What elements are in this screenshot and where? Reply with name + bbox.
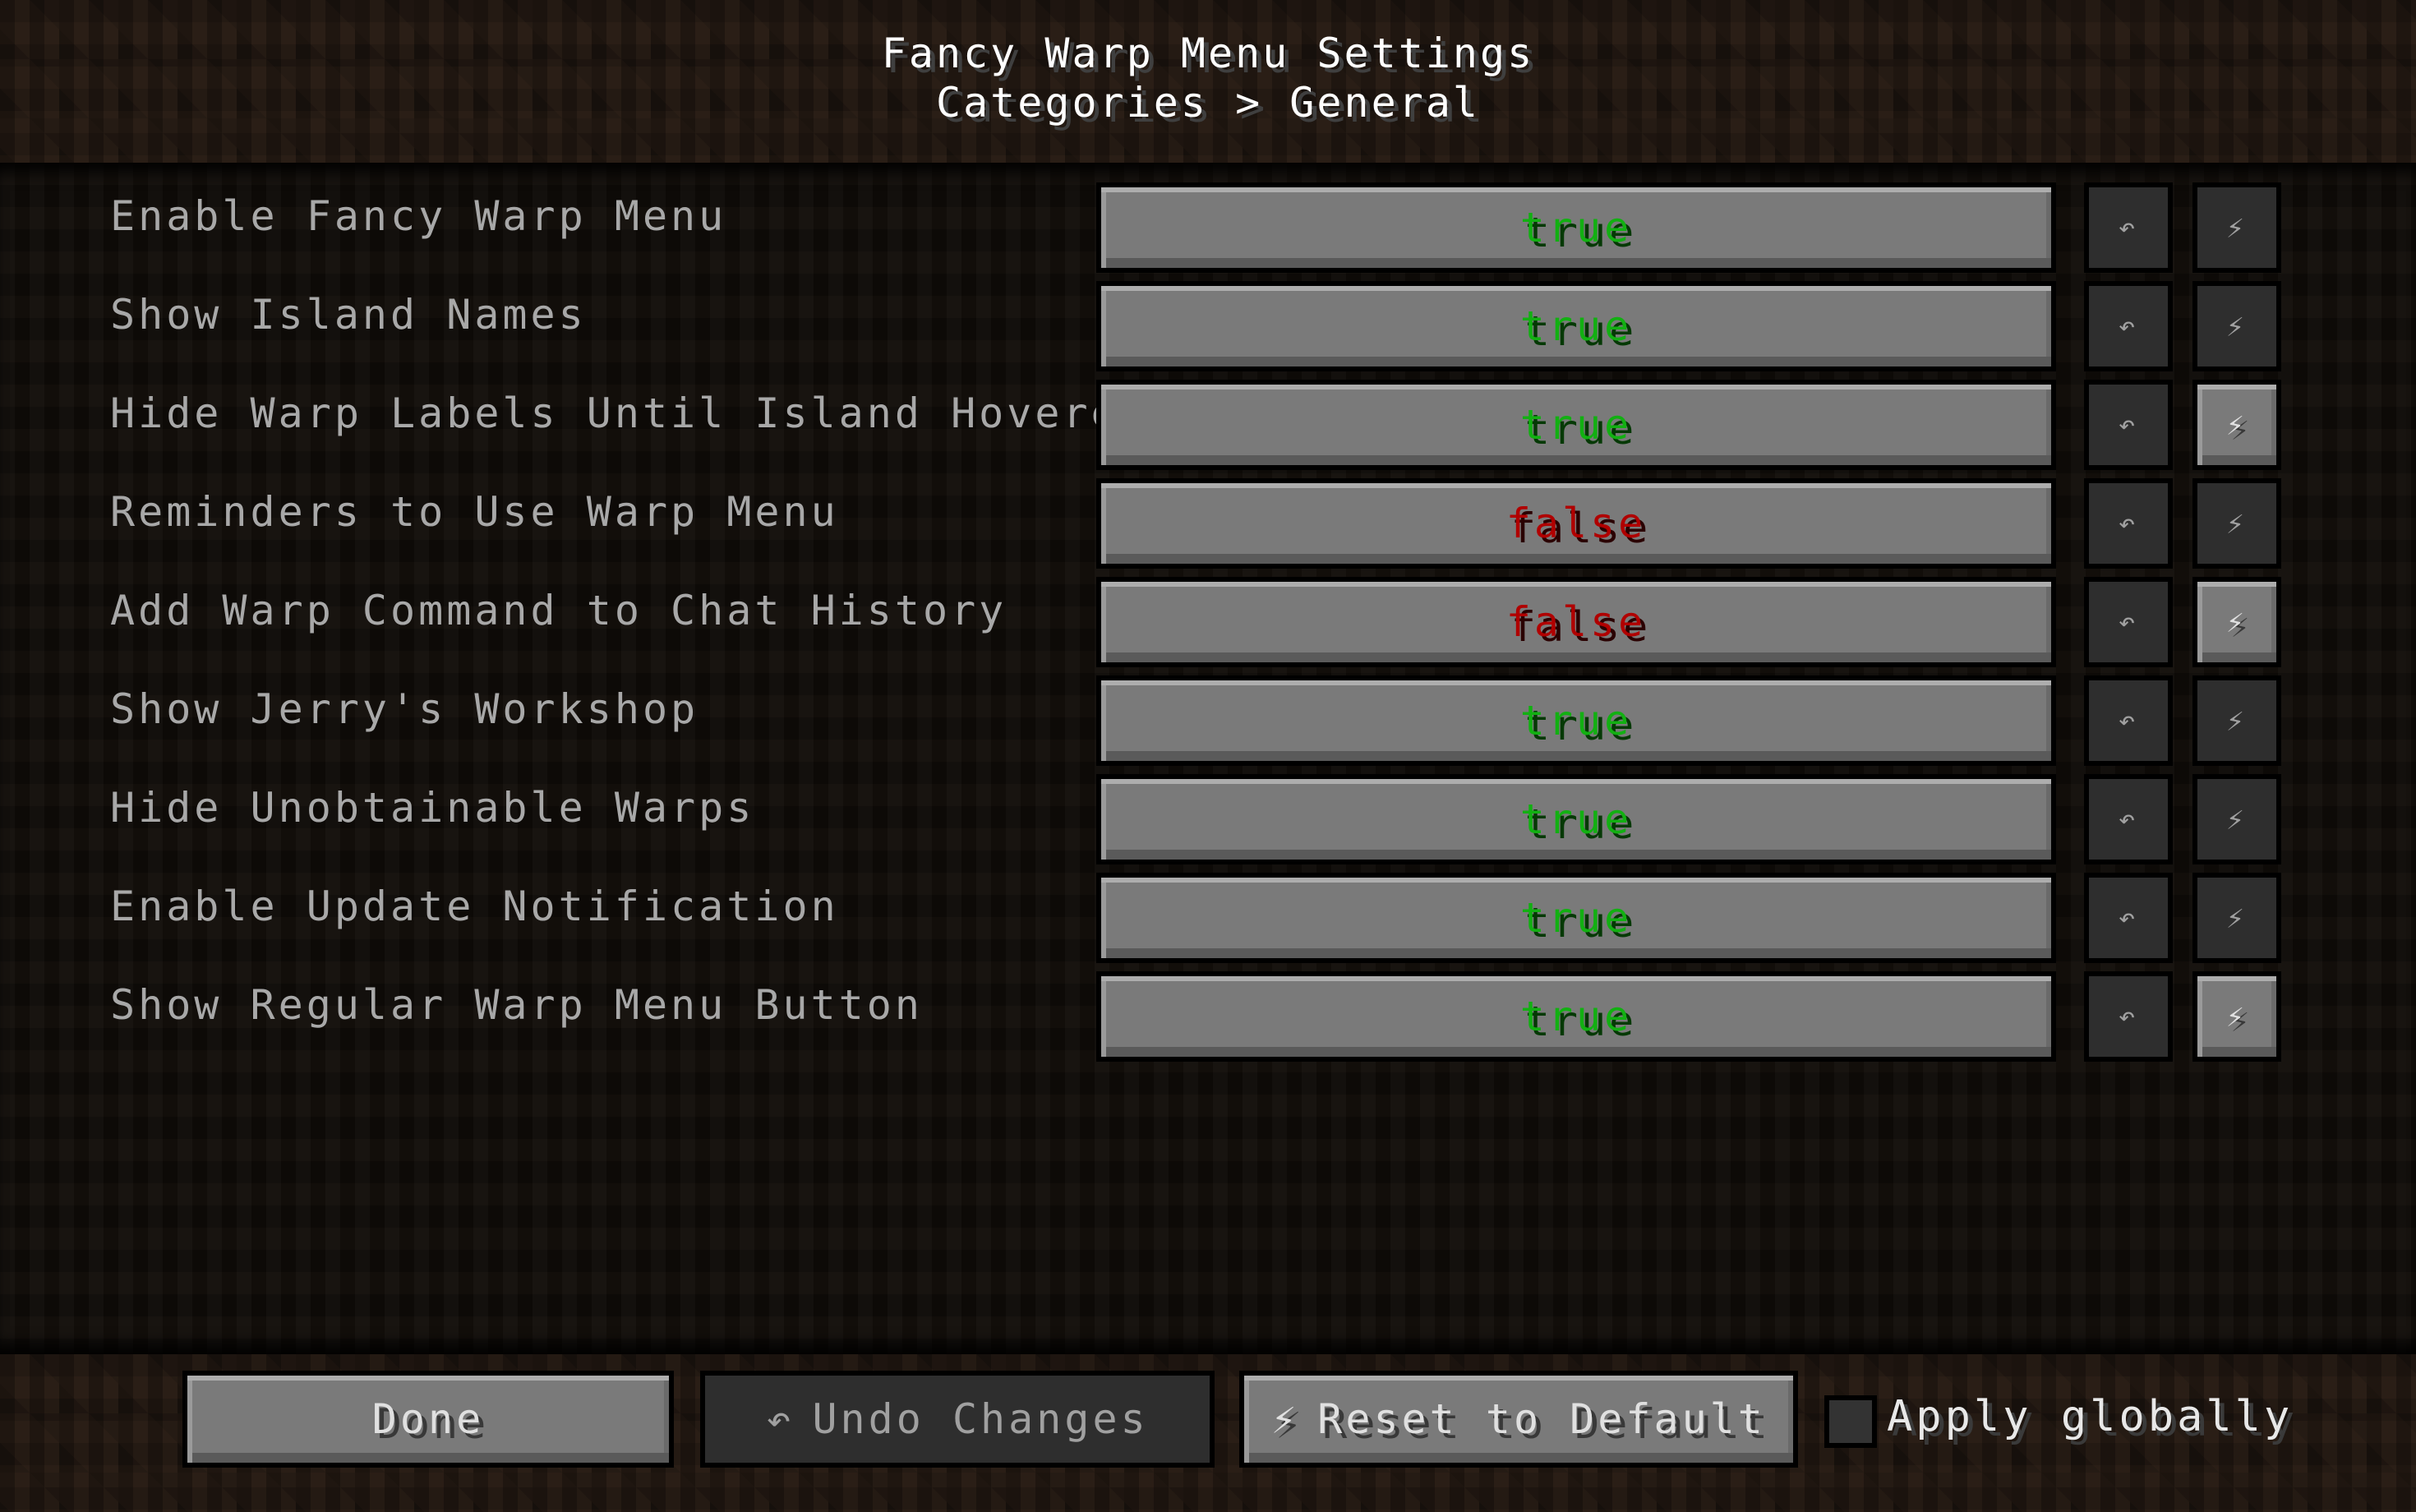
footer-bar: Done ↶ Undo Changes ⚡ Reset to Default A…	[0, 1354, 2416, 1512]
setting-row: Reminders to Use Warp Menu false ↶ ⚡	[0, 478, 2416, 569]
setting-value: true	[1519, 302, 1633, 350]
setting-reset-button[interactable]: ⚡	[2192, 971, 2281, 1062]
setting-label: Enable Fancy Warp Menu	[110, 192, 727, 240]
setting-toggle-button[interactable]: false	[1096, 577, 2056, 667]
undo-icon: ↶	[766, 1395, 795, 1443]
setting-undo-button[interactable]: ↶	[2084, 182, 2173, 273]
setting-value: true	[1519, 697, 1633, 744]
screen-header: Fancy Warp Menu Settings Categories > Ge…	[0, 0, 2416, 163]
setting-undo-button[interactable]: ↶	[2084, 281, 2173, 371]
setting-undo-button[interactable]: ↶	[2084, 774, 2173, 864]
reset-icon: ⚡	[2226, 408, 2248, 442]
setting-toggle-button[interactable]: false	[1096, 478, 2056, 569]
setting-value: true	[1519, 204, 1633, 251]
undo-icon: ↶	[2118, 901, 2139, 934]
setting-reset-button[interactable]: ⚡	[2192, 577, 2281, 667]
setting-toggle-button[interactable]: true	[1096, 971, 2056, 1062]
apply-globally-label[interactable]: Apply globally	[1887, 1392, 2293, 1441]
setting-undo-button[interactable]: ↶	[2084, 873, 2173, 963]
setting-row: Add Warp Command to Chat History false ↶ ⚡	[0, 577, 2416, 667]
setting-undo-button[interactable]: ↶	[2084, 971, 2173, 1062]
setting-undo-button[interactable]: ↶	[2084, 380, 2173, 470]
setting-reset-button[interactable]: ⚡	[2192, 675, 2281, 766]
setting-label: Show Regular Warp Menu Button	[110, 981, 923, 1029]
setting-toggle-button[interactable]: true	[1096, 873, 2056, 963]
settings-list[interactable]: Enable Fancy Warp Menu true ↶ ⚡ Show Island …	[0, 163, 2416, 1354]
reset-icon: ⚡	[2226, 506, 2248, 541]
setting-value: true	[1519, 795, 1633, 843]
setting-label: Add Warp Command to Chat History	[110, 587, 1007, 634]
undo-icon: ↶	[2118, 507, 2139, 540]
setting-reset-button[interactable]: ⚡	[2192, 380, 2281, 470]
breadcrumb: Categories > General	[935, 79, 1481, 127]
done-label: Done	[371, 1395, 485, 1443]
setting-row: Show Island Names true ↶ ⚡	[0, 281, 2416, 371]
reset-icon: ⚡	[2226, 210, 2248, 245]
setting-value: true	[1519, 401, 1633, 449]
apply-globally-checkbox[interactable]	[1824, 1395, 1877, 1448]
setting-label: Hide Unobtainable Warps	[110, 784, 755, 832]
setting-label: Hide Warp Labels Until Island Hovered	[110, 390, 1147, 437]
reset-icon: ⚡	[2226, 605, 2248, 639]
setting-label: Enable Update Notification	[110, 883, 839, 930]
setting-toggle-button[interactable]: true	[1096, 774, 2056, 864]
undo-icon: ↶	[2118, 408, 2139, 441]
setting-undo-button[interactable]: ↶	[2084, 675, 2173, 766]
setting-row: Show Regular Warp Menu Button true ↶ ⚡	[0, 971, 2416, 1062]
reset-icon: ⚡	[2226, 901, 2248, 935]
page-title: Fancy Warp Menu Settings	[881, 30, 1535, 77]
reset-icon: ⚡	[2226, 802, 2248, 837]
undo-icon: ↶	[2118, 211, 2139, 244]
setting-value: true	[1519, 993, 1633, 1040]
undo-icon: ↶	[2118, 1000, 2139, 1033]
setting-row: Hide Unobtainable Warps true ↶ ⚡	[0, 774, 2416, 864]
setting-reset-button[interactable]: ⚡	[2192, 873, 2281, 963]
setting-toggle-button[interactable]: true	[1096, 182, 2056, 273]
undo-changes-button[interactable]: ↶ Undo Changes	[700, 1371, 1215, 1468]
reset-icon: ⚡	[2226, 999, 2248, 1034]
undo-icon: ↶	[2118, 704, 2139, 737]
setting-reset-button[interactable]: ⚡	[2192, 281, 2281, 371]
undo-changes-label: Undo Changes	[812, 1395, 1149, 1443]
reset-icon: ⚡	[2226, 309, 2248, 343]
undo-icon: ↶	[2118, 803, 2139, 836]
undo-icon: ↶	[2118, 606, 2139, 638]
setting-undo-button[interactable]: ↶	[2084, 577, 2173, 667]
reset-to-default-label: Reset to Default	[1317, 1395, 1766, 1443]
setting-value: false	[1505, 500, 1647, 547]
setting-row: Show Jerry's Workshop true ↶ ⚡	[0, 675, 2416, 766]
setting-reset-button[interactable]: ⚡	[2192, 478, 2281, 569]
done-button[interactable]: Done	[182, 1371, 674, 1468]
setting-value: true	[1519, 894, 1633, 942]
setting-toggle-button[interactable]: true	[1096, 281, 2056, 371]
setting-row: Hide Warp Labels Until Island Hovered tru…	[0, 380, 2416, 470]
reset-icon: ⚡	[1271, 1395, 1300, 1443]
reset-icon: ⚡	[2226, 703, 2248, 738]
setting-reset-button[interactable]: ⚡	[2192, 774, 2281, 864]
setting-row: Enable Update Notification true ↶ ⚡	[0, 873, 2416, 963]
setting-reset-button[interactable]: ⚡	[2192, 182, 2281, 273]
setting-label: Show Island Names	[110, 291, 587, 339]
setting-value: false	[1505, 598, 1647, 646]
setting-toggle-button[interactable]: true	[1096, 380, 2056, 470]
setting-label: Show Jerry's Workshop	[110, 685, 699, 733]
setting-undo-button[interactable]: ↶	[2084, 478, 2173, 569]
reset-to-default-button[interactable]: ⚡ Reset to Default	[1239, 1371, 1798, 1468]
undo-icon: ↶	[2118, 310, 2139, 343]
setting-row: Enable Fancy Warp Menu true ↶ ⚡	[0, 182, 2416, 273]
setting-toggle-button[interactable]: true	[1096, 675, 2056, 766]
setting-label: Reminders to Use Warp Menu	[110, 488, 839, 536]
